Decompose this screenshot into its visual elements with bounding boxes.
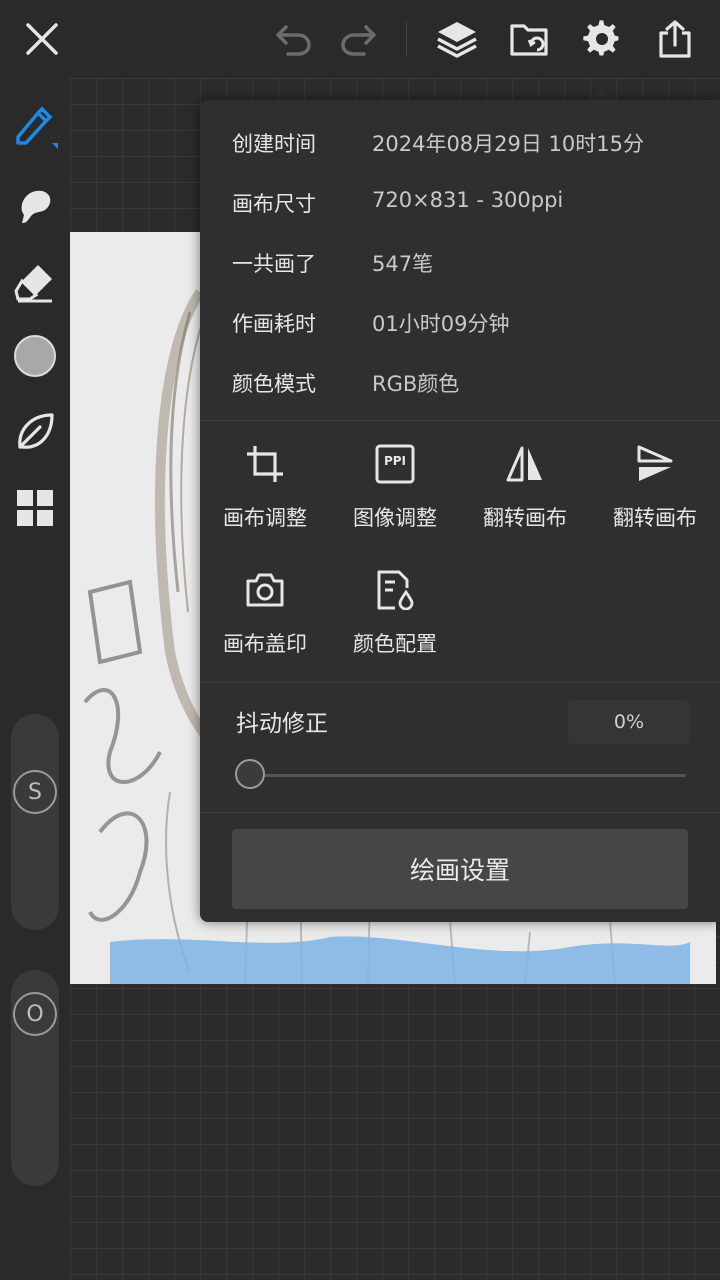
color-profile-icon bbox=[375, 570, 415, 610]
info-created: 创建时间 2024年08月29日 10时15分 bbox=[232, 120, 702, 160]
color-profile-button[interactable]: 颜色配置 bbox=[330, 570, 460, 680]
crop-icon bbox=[245, 444, 285, 484]
canvas-adjust-label: 画布调整 bbox=[223, 506, 307, 530]
divider bbox=[200, 682, 720, 683]
time-label: 作画耗时 bbox=[232, 312, 316, 336]
flip-vertical-icon bbox=[635, 444, 675, 484]
popover-arrow bbox=[590, 88, 614, 100]
time-value: 01小时09分钟 bbox=[372, 312, 510, 336]
redo-icon[interactable] bbox=[336, 17, 380, 61]
divider bbox=[200, 420, 720, 421]
stabilizer-label: 抖动修正 bbox=[236, 711, 328, 737]
ppi-icon: PPI bbox=[375, 444, 415, 484]
left-toolbar: S O bbox=[0, 78, 70, 1280]
flip-vertical-label: 翻转画布 bbox=[613, 506, 697, 530]
folder-sync-icon[interactable] bbox=[508, 17, 552, 61]
smudge-tool-icon[interactable] bbox=[11, 182, 59, 230]
toolbar-separator bbox=[406, 22, 407, 56]
canvas-adjust-button[interactable]: 画布调整 bbox=[200, 444, 330, 554]
close-icon[interactable] bbox=[20, 17, 64, 61]
share-icon[interactable] bbox=[653, 17, 697, 61]
info-canvas-size: 画布尺寸 720×831 - 300ppi bbox=[232, 180, 702, 220]
canvas-size-label: 画布尺寸 bbox=[232, 192, 316, 216]
info-time: 作画耗时 01小时09分钟 bbox=[232, 300, 702, 340]
color-profile-label: 颜色配置 bbox=[353, 632, 437, 656]
camera-icon bbox=[245, 570, 285, 610]
opacity-label: O bbox=[13, 992, 57, 1036]
info-strokes: 一共画了 547笔 bbox=[232, 240, 702, 280]
canvas-settings-popover: 创建时间 2024年08月29日 10时15分 画布尺寸 720×831 - 3… bbox=[200, 100, 720, 922]
flip-horizontal-button[interactable]: 翻转画布 bbox=[460, 444, 590, 554]
grid-menu-icon[interactable] bbox=[11, 484, 59, 532]
canvas-stamp-button[interactable]: 画布盖印 bbox=[200, 570, 330, 680]
undo-icon[interactable] bbox=[272, 17, 316, 61]
image-adjust-button[interactable]: PPI 图像调整 bbox=[330, 444, 460, 554]
brush-size-slider[interactable]: S bbox=[11, 714, 59, 930]
color-mode-label: 颜色模式 bbox=[232, 372, 316, 396]
settings-icon[interactable] bbox=[580, 17, 624, 61]
size-label: S bbox=[13, 770, 57, 814]
created-label: 创建时间 bbox=[232, 132, 316, 156]
brush-opacity-slider[interactable]: O bbox=[11, 970, 59, 1186]
stabilizer-slider-track[interactable] bbox=[250, 774, 686, 777]
leaf-icon[interactable] bbox=[11, 408, 59, 456]
stabilizer-value-field[interactable]: 0% bbox=[568, 700, 690, 744]
canvas-stamp-label: 画布盖印 bbox=[223, 632, 307, 656]
canvas-size-value: 720×831 - 300ppi bbox=[372, 188, 564, 212]
eraser-tool-icon[interactable] bbox=[11, 258, 59, 306]
created-value: 2024年08月29日 10时15分 bbox=[372, 132, 645, 156]
strokes-label: 一共画了 bbox=[232, 252, 316, 276]
brush-tool-icon[interactable] bbox=[11, 102, 59, 150]
flip-vertical-button[interactable]: 翻转画布 bbox=[590, 444, 720, 554]
ppi-badge: PPI bbox=[383, 454, 407, 468]
flip-horizontal-label: 翻转画布 bbox=[483, 506, 567, 530]
stabilizer-slider-thumb[interactable] bbox=[235, 759, 265, 789]
color-picker-icon[interactable] bbox=[11, 332, 59, 380]
top-bar bbox=[0, 0, 720, 78]
layers-icon[interactable] bbox=[435, 17, 479, 61]
image-adjust-label: 图像调整 bbox=[353, 506, 437, 530]
paint-settings-button[interactable]: 绘画设置 bbox=[232, 829, 688, 909]
strokes-value: 547笔 bbox=[372, 252, 434, 276]
flip-horizontal-icon bbox=[505, 444, 545, 484]
color-mode-value: RGB颜色 bbox=[372, 372, 460, 396]
info-color-mode: 颜色模式 RGB颜色 bbox=[232, 360, 702, 400]
divider bbox=[200, 812, 720, 813]
